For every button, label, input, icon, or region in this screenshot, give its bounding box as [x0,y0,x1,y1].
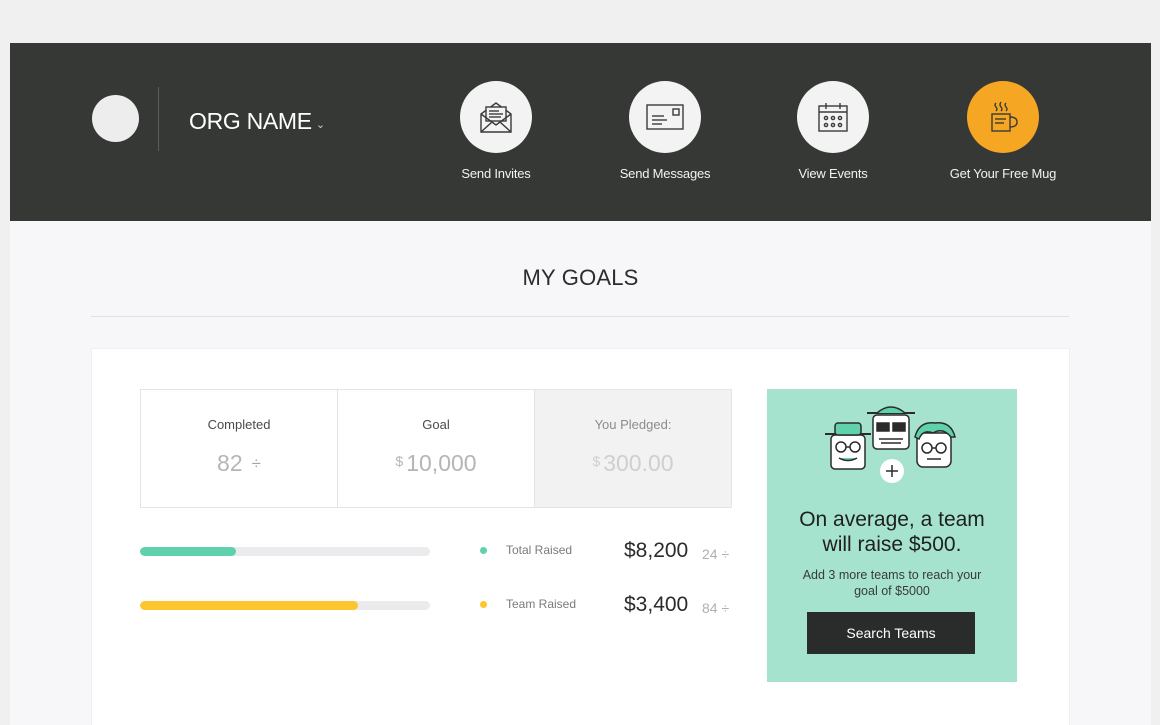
org-switcher[interactable]: ORG NAME ⌄ [189,107,325,135]
count-value: 24 [702,546,718,562]
nav-icon-circle [797,81,869,153]
stat-value-row: $ 10,000 [338,450,534,477]
header-bar: ORG NAME ⌄ Send Invites Send Messages Vi… [10,43,1151,221]
stat-value: 300.00 [603,450,674,476]
org-avatar[interactable] [92,95,139,142]
total-raised-amount: $8,200 [624,539,689,562]
nav-send-invites[interactable]: Send Invites [421,81,571,181]
stat-goal: Goal $ 10,000 [338,390,535,507]
stat-value-row: 82 ÷ [141,450,337,477]
total-raised-label: Total Raised [506,543,573,557]
calendar-icon [818,103,848,132]
stat-label: Completed [207,417,271,432]
chevron-down-icon: ⌄ [315,118,325,131]
team-raised-amount: $3,400 [624,593,689,616]
nav-icon-circle [629,81,701,153]
currency-symbol: $ [592,452,601,469]
search-teams-button[interactable]: Search Teams [807,612,975,654]
promo-subtext: Add 3 more teams to reach your goal of $… [767,567,1017,599]
total-raised-progress-fill [140,547,236,556]
nav-label: Get Your Free Mug [949,166,1057,181]
goal-stats: Completed 82 ÷ Goal $ 10,000 You Pledged… [140,389,732,508]
nav-label: Send Messages [619,166,711,181]
stat-label: You Pledged: [594,417,672,432]
nav-free-mug[interactable]: Get Your Free Mug [928,81,1078,181]
promo-subtext-line: goal of $5000 [854,584,930,598]
org-name-label: ORG NAME [189,107,312,134]
total-raised-count: 24 ÷ [702,546,729,562]
nav-send-messages[interactable]: Send Messages [590,81,740,181]
header-divider [158,87,159,151]
envelope-open-icon [480,102,512,133]
page-title: MY GOALS [522,265,639,290]
team-raised-legend-dot [480,601,487,608]
team-characters-illustration [825,406,956,483]
stat-value-row: $ 300.00 [535,450,731,477]
nav-label: View Events [798,166,868,181]
nav-view-events[interactable]: View Events [758,81,908,181]
promo-headline-line: will raise $500. [822,533,962,556]
team-raised-progress-fill [140,601,358,610]
stat-value: 82 [217,450,243,476]
stat-value: 10,000 [406,450,477,476]
stat-completed: Completed 82 ÷ [141,390,338,507]
promo-subtext-line: Add 3 more teams to reach your [802,568,982,582]
stat-label: Goal [422,417,450,432]
app-frame: ORG NAME ⌄ Send Invites Send Messages Vi… [10,43,1151,725]
divide-icon: ÷ [251,453,261,473]
team-raised-count: 84 ÷ [702,600,729,616]
stat-pledged[interactable]: You Pledged: $ 300.00 [535,390,731,507]
total-raised-legend-dot [480,547,487,554]
team-raised-label: Team Raised [506,597,577,611]
promo-headline: On average, a team will raise $500. [767,507,1017,557]
envelope-icon [646,104,684,130]
count-value: 84 [702,600,718,616]
total-raised-progress [140,547,430,556]
nav-icon-circle [460,81,532,153]
mug-icon [991,101,1018,132]
divide-icon: ÷ [721,546,730,562]
promo-headline-line: On average, a team [799,508,985,531]
team-raised-progress [140,601,430,610]
title-divider [91,316,1069,317]
currency-symbol: $ [395,452,404,469]
nav-label: Send Invites [461,166,531,181]
nav-icon-circle [967,81,1039,153]
teams-promo: On average, a team will raise $500. Add … [767,389,1017,682]
divide-icon: ÷ [721,600,730,616]
